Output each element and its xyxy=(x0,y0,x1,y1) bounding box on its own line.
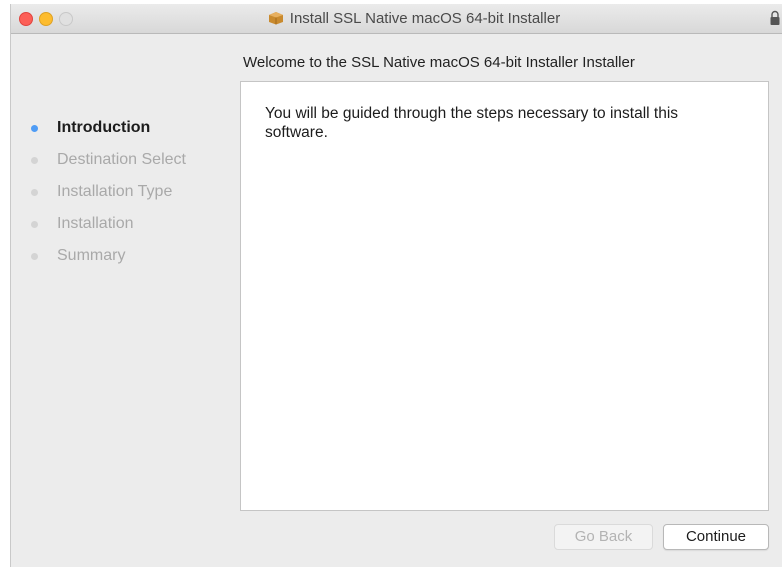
step-label: Summary xyxy=(57,247,126,264)
step-list: Introduction Destination Select Installa… xyxy=(29,112,186,272)
package-icon xyxy=(268,12,283,25)
step-destination-select: Destination Select xyxy=(29,144,186,176)
step-indicator-dot xyxy=(31,188,38,196)
step-label: Installation Type xyxy=(57,183,173,200)
title-bar[interactable]: Install SSL Native macOS 64-bit Installe… xyxy=(11,4,782,34)
window-title: Install SSL Native macOS 64-bit Installe… xyxy=(11,10,782,27)
step-label: Destination Select xyxy=(57,151,186,168)
step-installation: Installation xyxy=(29,208,186,240)
step-indicator-dot xyxy=(31,124,38,132)
continue-button[interactable]: Continue xyxy=(663,524,769,550)
step-indicator-dot xyxy=(31,252,38,260)
welcome-heading: Welcome to the SSL Native macOS 64-bit I… xyxy=(243,54,635,71)
step-installation-type: Installation Type xyxy=(29,176,186,208)
step-label: Installation xyxy=(57,215,134,232)
step-summary: Summary xyxy=(29,240,186,272)
installer-window: Install SSL Native macOS 64-bit Installe… xyxy=(10,4,782,567)
lock-icon xyxy=(770,10,780,25)
step-indicator-dot xyxy=(31,156,38,164)
content-pane[interactable]: You will be guided through the steps nec… xyxy=(240,81,769,511)
introduction-text: You will be guided through the steps nec… xyxy=(265,105,679,141)
step-label: Introduction xyxy=(57,119,151,136)
step-indicator-dot xyxy=(31,220,38,228)
step-introduction: Introduction xyxy=(29,112,186,144)
window-title-text: Install SSL Native macOS 64-bit Installe… xyxy=(289,10,561,27)
go-back-button[interactable]: Go Back xyxy=(554,524,653,550)
